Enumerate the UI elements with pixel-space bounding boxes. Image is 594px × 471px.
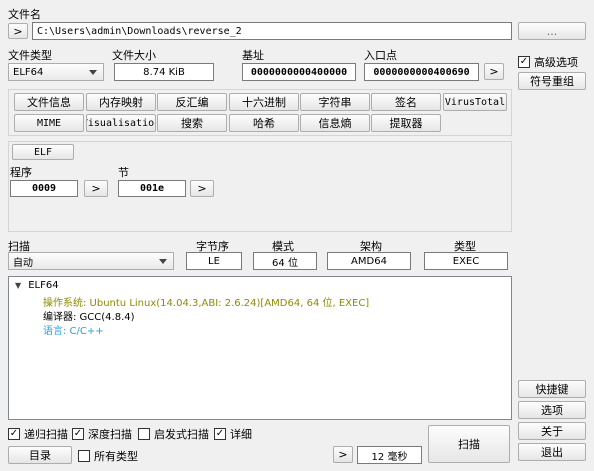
- file-size-label: 文件大小: [112, 49, 156, 62]
- deep-scan-checkbox[interactable]: ✓ 深度扫描: [72, 426, 132, 442]
- symbol-button[interactable]: 符号重组: [518, 72, 586, 90]
- checkbox-check-icon: ✓: [72, 428, 84, 440]
- chevron-down-icon: [89, 70, 97, 75]
- checkbox-empty-icon: [78, 450, 90, 462]
- exit-button[interactable]: 退出: [518, 443, 586, 461]
- deep-scan-label: 深度扫描: [88, 428, 132, 441]
- sections-count-field: 001e: [118, 180, 186, 197]
- entry-point-go-button[interactable]: >: [484, 63, 504, 80]
- hash-button[interactable]: 哈希: [229, 114, 299, 132]
- file-name-label: 文件名: [8, 8, 41, 21]
- checkbox-check-icon: ✓: [518, 56, 530, 68]
- strings-button[interactable]: 字符串: [300, 93, 370, 111]
- tree-root-label: ELF64: [28, 280, 59, 291]
- scan-button[interactable]: 扫描: [428, 425, 510, 463]
- tree-compiler-row[interactable]: 编译器: GCC(4.8.4): [43, 308, 135, 323]
- advanced-options-label: 高级选项: [534, 56, 578, 69]
- elf-tab-button[interactable]: ELF: [12, 144, 74, 160]
- shortcuts-button[interactable]: 快捷键: [518, 380, 586, 398]
- scan-mode-combo[interactable]: 自动: [8, 252, 174, 270]
- type-field: EXEC: [424, 252, 508, 270]
- programs-go-button[interactable]: >: [84, 180, 108, 197]
- arch-field: AMD64: [327, 252, 411, 270]
- results-tree[interactable]: ▼ ELF64 操作系统: Ubuntu Linux(14.04.3,ABI: …: [8, 276, 512, 420]
- programs-label: 程序: [10, 166, 32, 179]
- file-browse-button[interactable]: >: [8, 23, 28, 39]
- time-go-button[interactable]: >: [333, 446, 353, 463]
- virustotal-button[interactable]: VirusTotal: [443, 93, 507, 111]
- file-type-combo[interactable]: ELF64: [8, 63, 104, 81]
- recursive-scan-label: 递归扫描: [24, 428, 68, 441]
- checkbox-empty-icon: [138, 428, 150, 440]
- extractor-button[interactable]: 提取器: [371, 114, 441, 132]
- file-more-button[interactable]: ...: [518, 22, 586, 40]
- recursive-scan-checkbox[interactable]: ✓ 递归扫描: [8, 426, 68, 442]
- signatures-button[interactable]: 签名: [371, 93, 441, 111]
- scan-time-field: 12 毫秒: [357, 446, 422, 464]
- file-size-field: 8.74 KiB: [114, 63, 214, 81]
- advanced-options-checkbox[interactable]: ✓ 高级选项: [518, 54, 578, 70]
- verbose-checkbox[interactable]: ✓ 详细: [214, 426, 252, 442]
- all-types-label: 所有类型: [94, 450, 138, 463]
- file-path-input[interactable]: C:\Users\admin\Downloads\reverse_2: [32, 22, 512, 40]
- file-type-label: 文件类型: [8, 49, 52, 62]
- about-button[interactable]: 关于: [518, 422, 586, 440]
- heuristic-scan-label: 启发式扫描: [154, 428, 209, 441]
- expand-arrow-icon: ▼: [15, 281, 22, 290]
- file-info-button[interactable]: 文件信息: [14, 93, 84, 111]
- directory-button[interactable]: 目录: [8, 446, 72, 464]
- disasm-button[interactable]: 反汇编: [157, 93, 227, 111]
- file-type-value: ELF64: [13, 66, 44, 78]
- all-types-checkbox[interactable]: 所有类型: [78, 448, 138, 464]
- tree-root-row[interactable]: ▼ ELF64: [15, 280, 59, 291]
- options-button[interactable]: 选项: [518, 401, 586, 419]
- tree-os-row[interactable]: 操作系统: Ubuntu Linux(14.04.3,ABI: 2.6.24)[…: [43, 294, 369, 309]
- hex-button[interactable]: 十六进制: [229, 93, 299, 111]
- base-address-label: 基址: [242, 49, 264, 62]
- scan-mode-value: 自动: [13, 257, 33, 269]
- endian-field: LE: [186, 252, 242, 270]
- search-button[interactable]: 搜索: [157, 114, 227, 132]
- base-address-field[interactable]: 0000000000400000: [242, 63, 356, 81]
- heuristic-scan-checkbox[interactable]: 启发式扫描: [138, 426, 209, 442]
- memory-map-button[interactable]: 内存映射: [86, 93, 156, 111]
- verbose-label: 详细: [230, 428, 252, 441]
- checkbox-check-icon: ✓: [214, 428, 226, 440]
- mode-field: 64 位: [253, 252, 317, 270]
- entry-point-field[interactable]: 0000000000400690: [364, 63, 479, 81]
- entry-point-label: 入口点: [364, 49, 397, 62]
- entropy-button[interactable]: 信息熵: [300, 114, 370, 132]
- programs-count-field: 0009: [10, 180, 78, 197]
- sections-label: 节: [118, 166, 129, 179]
- chevron-down-icon: [159, 259, 167, 264]
- visualisation-button[interactable]: Visualisation: [86, 114, 156, 132]
- mime-button[interactable]: MIME: [14, 114, 84, 132]
- tree-language-row[interactable]: 语言: C/C++: [43, 322, 104, 337]
- checkbox-check-icon: ✓: [8, 428, 20, 440]
- sections-go-button[interactable]: >: [190, 180, 214, 197]
